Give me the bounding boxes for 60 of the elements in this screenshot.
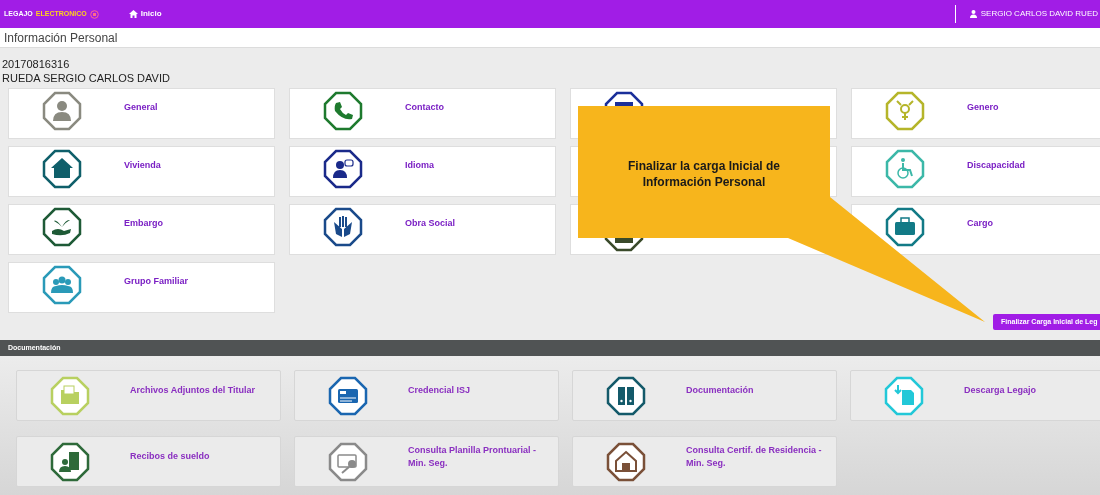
module-label: Credencial ISJ: [408, 384, 472, 397]
card-magnifier-icon: [328, 441, 368, 482]
module-card[interactable]: Genero: [851, 88, 1100, 139]
module-card[interactable]: Cargo: [851, 204, 1100, 255]
module-label: Cargo: [967, 216, 993, 230]
home-link[interactable]: Inicio: [128, 8, 162, 20]
module-card[interactable]: Grupo Familiar: [8, 262, 275, 313]
house-icon: [42, 148, 82, 189]
document-card[interactable]: Consulta Certif. de Residencia - Min. Seg.: [572, 436, 837, 487]
phone-icon: [323, 90, 363, 131]
module-card[interactable]: Contacto: [289, 88, 556, 139]
wheelchair-icon: [885, 148, 925, 189]
person-name: RUEDA SERGIO CARLOS DAVID: [2, 71, 171, 85]
document-card[interactable]: Archivos Adjuntos del Titular: [16, 370, 281, 421]
home-icon: [128, 10, 138, 18]
id-card-icon: [328, 375, 368, 416]
module-label: Embargo: [124, 216, 163, 230]
user-icon: [969, 10, 977, 18]
module-card[interactable]: Vivienda: [8, 146, 275, 197]
document-card[interactable]: Descarga Legajo: [850, 370, 1100, 421]
module-label: Descarga Legajo: [964, 384, 1038, 397]
module-card[interactable]: Embargo: [8, 204, 275, 255]
document-card[interactable]: Documentación: [572, 370, 837, 421]
module-label: Documentación: [686, 384, 755, 397]
module-label: Genero: [967, 100, 999, 114]
hands-icon: [323, 206, 363, 247]
module-label: Grupo Familiar: [124, 274, 188, 288]
download-file-icon: [884, 375, 924, 416]
person-id: 20170816316: [2, 57, 71, 71]
module-label: Contacto: [405, 100, 444, 114]
binders-icon: [606, 375, 646, 416]
module-label: Discapacidad: [967, 158, 1026, 172]
module-card[interactable]: Discapacidad: [851, 146, 1100, 197]
receipt-person-icon: [50, 441, 90, 482]
folder-icon: [50, 375, 90, 416]
module-label: Consulta Planilla Prontuarial - Min. Seg.: [408, 443, 538, 470]
module-label: Consulta Certif. de Residencia - Min. Seg.: [686, 443, 823, 470]
person-speech-icon: [323, 148, 363, 189]
badge-icon: [89, 9, 99, 19]
callout-text: Finalizar la carga Inicial de Información Personal: [626, 158, 782, 190]
page-title: Información Personal: [4, 29, 118, 47]
briefcase-icon: [885, 206, 925, 247]
gender-symbol-icon: [885, 90, 925, 131]
document-card[interactable]: Credencial ISJ: [294, 370, 559, 421]
house-icon: [606, 441, 646, 482]
module-card[interactable]: General: [8, 88, 275, 139]
module-card[interactable]: Obra Social: [289, 204, 556, 255]
module-label: General: [124, 100, 158, 114]
user-menu[interactable]: SERGIO CARLOS DAVID RUED: [969, 8, 1100, 20]
module-label: Recibos de sueldo: [130, 450, 211, 463]
group-icon: [42, 264, 82, 305]
document-card[interactable]: Recibos de sueldo: [16, 436, 281, 487]
module-label: Idioma: [405, 158, 434, 172]
hand-plant-icon: [42, 206, 82, 247]
document-card[interactable]: Consulta Planilla Prontuarial - Min. Seg.: [294, 436, 559, 487]
module-label: Obra Social: [405, 216, 456, 230]
module-card[interactable]: Idioma: [289, 146, 556, 197]
module-label: Vivienda: [124, 158, 161, 172]
person-icon: [42, 90, 82, 131]
module-label: Archivos Adjuntos del Titular: [130, 384, 256, 397]
